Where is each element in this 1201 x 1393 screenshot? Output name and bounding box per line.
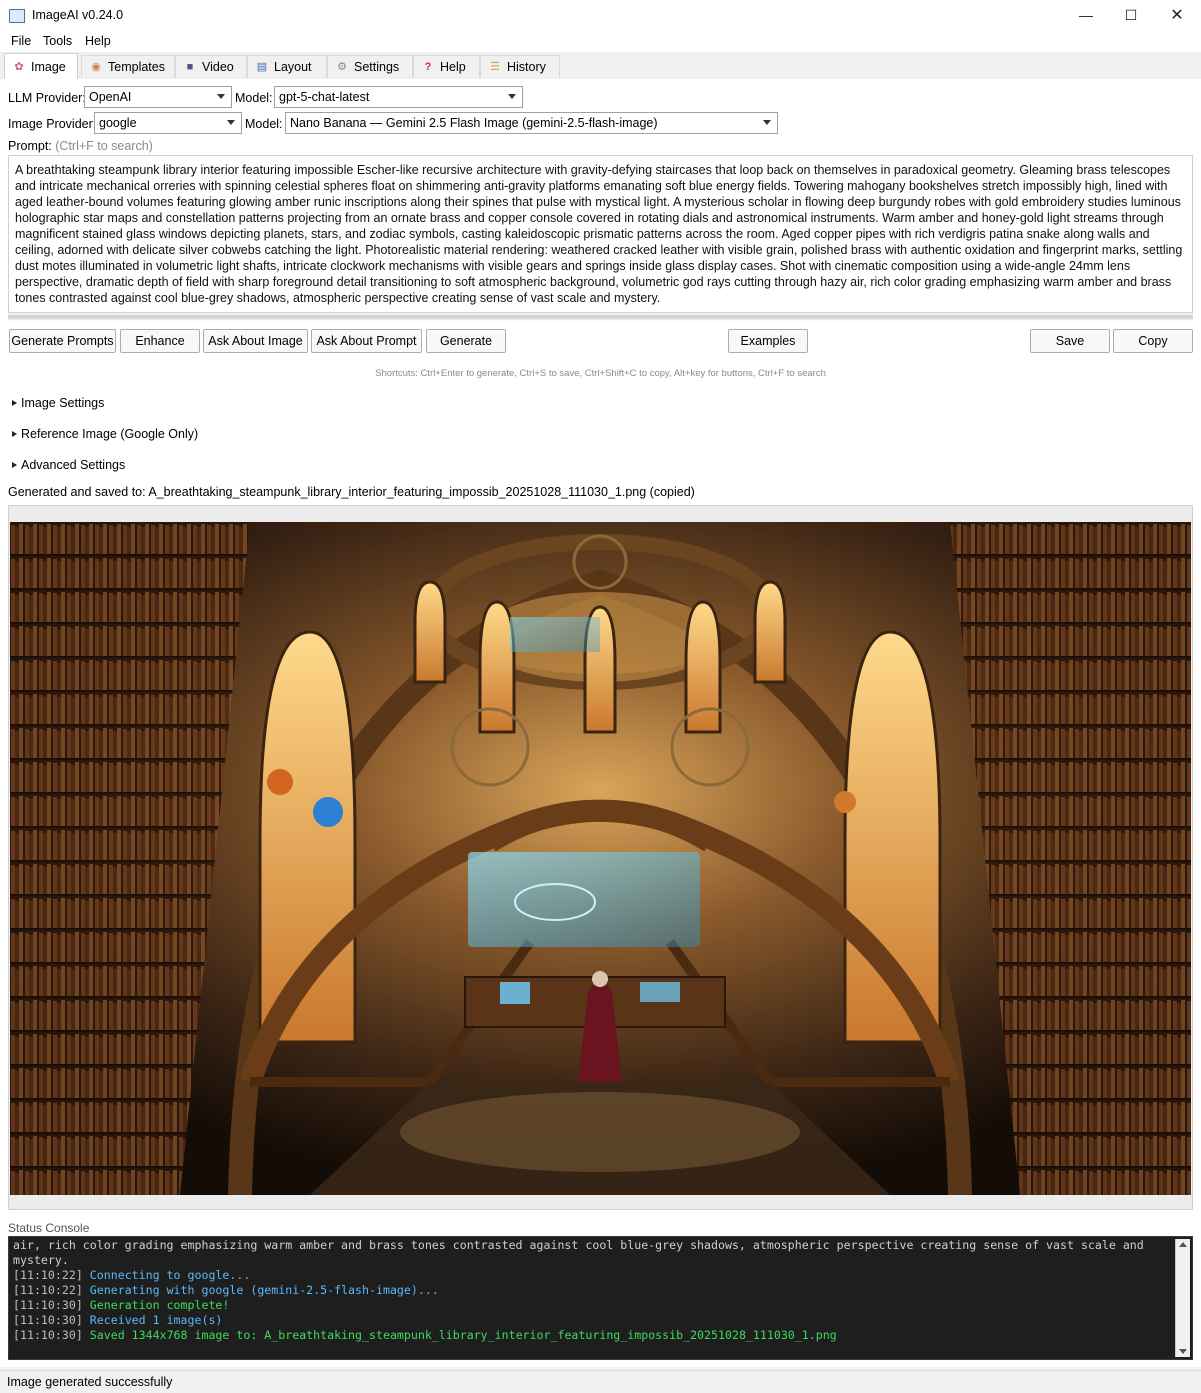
console-scrollbar[interactable]: [1175, 1239, 1190, 1357]
copy-button[interactable]: Copy: [1113, 329, 1193, 353]
scroll-up-icon[interactable]: [1179, 1242, 1187, 1247]
console-message: Generation complete!: [89, 1298, 230, 1312]
chevron-down-icon: [508, 94, 516, 99]
app-icon: [9, 9, 25, 23]
expand-arrow-icon: [12, 431, 17, 437]
console-entry: [11:10:22] Connecting to google...: [13, 1268, 1172, 1283]
tab-video-label: Video: [202, 60, 234, 74]
prompt-label: Prompt:: [8, 139, 52, 153]
status-console[interactable]: air, rich color grading emphasizing warm…: [8, 1236, 1193, 1360]
window-title: ImageAI v0.24.0: [32, 8, 124, 22]
image-provider-select[interactable]: google: [94, 112, 242, 134]
prompt-textarea[interactable]: A breathtaking steampunk library interio…: [8, 155, 1193, 313]
tab-help[interactable]: ? Help: [413, 55, 480, 78]
advanced-settings-label: Advanced Settings: [21, 458, 126, 472]
chevron-down-icon: [217, 94, 225, 99]
console-timestamp: [11:10:30]: [13, 1328, 83, 1342]
tab-layout-label: Layout: [274, 60, 312, 74]
console-timestamp: [11:10:22]: [13, 1268, 83, 1282]
enhance-button[interactable]: Enhance: [120, 329, 200, 353]
console-wrap-line: air, rich color grading emphasizing warm…: [13, 1238, 1144, 1252]
palette-icon: ◉: [91, 61, 101, 73]
advanced-settings-toggle[interactable]: Advanced Settings: [12, 458, 125, 472]
image-provider-value: google: [99, 116, 137, 130]
llm-provider-value: OpenAI: [89, 90, 132, 104]
close-button[interactable]: ✕: [1154, 0, 1200, 30]
generate-prompts-button[interactable]: Generate Prompts: [9, 329, 116, 353]
clapper-icon: ■: [186, 61, 194, 73]
expand-arrow-icon: [12, 462, 17, 468]
brain-icon: ✿: [14, 61, 24, 73]
console-entry: [11:10:30] Received 1 image(s): [13, 1313, 1172, 1328]
title-bar: ImageAI v0.24.0 — ☐ ✕: [0, 0, 1201, 30]
llm-model-label: Model:: [235, 91, 273, 105]
llm-provider-label: LLM Provider:: [8, 91, 86, 105]
prompt-hint: (Ctrl+F to search): [55, 139, 153, 153]
console-timestamp: [11:10:30]: [13, 1298, 83, 1312]
minimize-button[interactable]: —: [1063, 0, 1109, 30]
save-button[interactable]: Save: [1030, 329, 1110, 353]
image-model-select[interactable]: Nano Banana — Gemini 2.5 Flash Image (ge…: [285, 112, 778, 134]
question-icon: ?: [424, 61, 432, 73]
tab-image-label: Image: [31, 60, 66, 74]
console-message: Generating with google (gemini-2.5-flash…: [89, 1283, 439, 1297]
book-icon: ▤: [256, 61, 268, 73]
menu-bar: File Tools Help: [0, 30, 1201, 52]
tab-history-label: History: [507, 60, 546, 74]
reference-image-label: Reference Image (Google Only): [21, 427, 199, 441]
image-settings-label: Image Settings: [21, 396, 105, 410]
console-timestamp: [11:10:30]: [13, 1313, 83, 1327]
console-wrap-line: mystery.: [13, 1253, 69, 1267]
tab-help-label: Help: [440, 60, 466, 74]
console-entry: [11:10:30] Generation complete!: [13, 1298, 1172, 1313]
tab-video[interactable]: ■ Video: [175, 55, 247, 78]
status-bar: Image generated successfully: [0, 1370, 1201, 1393]
console-message: Received 1 image(s): [89, 1313, 223, 1327]
generated-image-illustration: [10, 522, 1191, 1195]
status-console-label: Status Console: [8, 1221, 90, 1235]
saved-path-message: Generated and saved to: A_breathtaking_s…: [8, 485, 695, 499]
chevron-down-icon: [227, 120, 235, 125]
examples-button[interactable]: Examples: [728, 329, 808, 353]
tab-image[interactable]: ✿ Image: [4, 53, 78, 80]
prompt-splitter-handle[interactable]: [8, 313, 1193, 321]
llm-model-value: gpt-5-chat-latest: [279, 90, 370, 104]
tab-templates[interactable]: ◉ Templates: [81, 55, 175, 78]
image-provider-label: Image Provider:: [8, 117, 97, 131]
console-entry: [11:10:30] Saved 1344x768 image to: A_br…: [13, 1328, 1172, 1343]
scroll-down-icon[interactable]: [1179, 1349, 1187, 1354]
menu-file[interactable]: File: [11, 34, 31, 48]
tab-templates-label: Templates: [108, 60, 165, 74]
console-message: Saved 1344x768 image to: A_breathtaking_…: [89, 1328, 837, 1342]
tab-history[interactable]: ☰ History: [480, 55, 560, 78]
scroll-icon: ☰: [490, 61, 500, 73]
chevron-down-icon: [763, 120, 771, 125]
status-text: Image generated successfully: [7, 1375, 173, 1389]
llm-provider-select[interactable]: OpenAI: [84, 86, 232, 108]
console-entry: [11:10:22] Generating with google (gemin…: [13, 1283, 1172, 1298]
maximize-button[interactable]: ☐: [1108, 0, 1154, 30]
image-model-label: Model:: [245, 117, 283, 131]
tab-settings-label: Settings: [354, 60, 400, 74]
image-settings-toggle[interactable]: Image Settings: [12, 396, 104, 410]
menu-tools[interactable]: Tools: [43, 34, 72, 48]
prompt-label-row: Prompt: (Ctrl+F to search): [8, 139, 153, 153]
generated-image: [10, 522, 1191, 1195]
console-timestamp: [11:10:22]: [13, 1283, 83, 1297]
generate-button[interactable]: Generate: [426, 329, 506, 353]
menu-help[interactable]: Help: [85, 34, 111, 48]
tab-settings[interactable]: ⚙ Settings: [327, 55, 413, 78]
reference-image-toggle[interactable]: Reference Image (Google Only): [12, 427, 198, 441]
tab-bar: ✿ Image ◉ Templates ■ Video ▤ Layout ⚙ S…: [0, 52, 1201, 80]
console-message: Connecting to google...: [89, 1268, 251, 1282]
llm-model-select[interactable]: gpt-5-chat-latest: [274, 86, 523, 108]
image-model-value: Nano Banana — Gemini 2.5 Flash Image (ge…: [290, 116, 658, 130]
ask-about-image-button[interactable]: Ask About Image: [203, 329, 308, 353]
gear-icon: ⚙: [337, 61, 347, 73]
expand-arrow-icon: [12, 400, 17, 406]
tab-layout[interactable]: ▤ Layout: [247, 55, 327, 78]
shortcuts-hint: Shortcuts: Ctrl+Enter to generate, Ctrl+…: [375, 368, 826, 379]
ask-about-prompt-button[interactable]: Ask About Prompt: [311, 329, 422, 353]
